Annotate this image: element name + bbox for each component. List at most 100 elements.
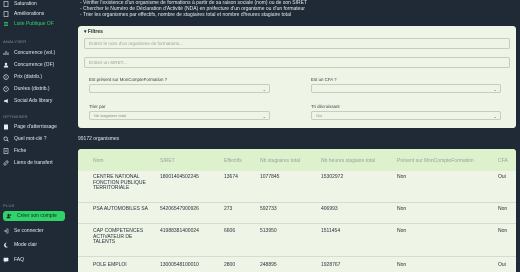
- column-header-nb-heures[interactable]: Nb heures stagiaire total: [321, 158, 375, 164]
- cell-heures: 15302972: [321, 174, 344, 180]
- name-search-placeholder: Entrez le nom d'un organisme de formatio…: [89, 41, 183, 46]
- sidebar-section-optimiser: OPTIMISER: [3, 114, 28, 119]
- row-divider: [78, 256, 516, 257]
- search-icon: [3, 136, 9, 142]
- cell-stagiaires: 592733: [260, 206, 277, 212]
- cell-cfa: Oui: [498, 174, 506, 180]
- sidebar-item-concurrence-vol[interactable]: Concurrence (vol.): [3, 48, 55, 57]
- sidebar-section-analyser: ANALYSER: [3, 39, 27, 44]
- cell-siret: 41988381400024: [160, 228, 199, 234]
- cell-siret: 18001404502245: [160, 174, 199, 180]
- sidebar-item-se-connecter[interactable]: Se connecter: [3, 226, 43, 235]
- sidebar-item-mot-cle[interactable]: Quel mot-clé ?: [3, 134, 47, 143]
- intro-text: - Vérifier l'existence d'un organisme de…: [80, 0, 307, 19]
- row-divider: [78, 223, 516, 224]
- cell-siret: 54206547900926: [160, 206, 199, 212]
- cell-nom: PSA AUTOMOBILES SA: [93, 206, 148, 212]
- results-count: 99172 organismes: [78, 136, 120, 142]
- sidebar-item-faq[interactable]: FAQ: [3, 255, 24, 264]
- cfa-select[interactable]: ⌄: [311, 84, 501, 93]
- chevron-down-icon: ⌄: [493, 114, 497, 119]
- siret-search-input[interactable]: Entrez un SIRET...: [84, 57, 510, 68]
- sidebar-item-label: Prix (distrib.): [14, 73, 43, 80]
- cell-effectifs: 13674: [224, 174, 238, 180]
- cell-cfa: Non: [498, 228, 508, 234]
- column-header-nom[interactable]: Nom: [93, 158, 104, 164]
- cell-stagiaires: 248895: [260, 262, 277, 268]
- cell-mcf: Non: [397, 174, 407, 180]
- sheet-icon: [3, 147, 9, 154]
- sidebar-item-prix[interactable]: Prix (distrib.): [3, 72, 42, 81]
- cell-stagiaires: 1077845: [260, 174, 280, 180]
- faq-icon: [3, 257, 9, 263]
- sidebar-item-saturation[interactable]: Saturation: [3, 0, 37, 8]
- filters-toggle[interactable]: ▾ Filtres: [84, 29, 103, 35]
- cell-effectifs: 273: [224, 206, 233, 212]
- sidebar-item-label: Concurrence (vol.): [14, 49, 56, 56]
- cell-heures: 1928767: [321, 262, 341, 268]
- sidebar-item-label: Concurrence (OF): [14, 61, 55, 68]
- doc-icon: [3, 0, 9, 7]
- column-header-siret[interactable]: SIRET: [160, 158, 175, 164]
- table-header: Nom SIRET Effectifs Nb stagiaires total …: [78, 149, 516, 171]
- sidebar-item-social-ads[interactable]: Social Ads library: [3, 96, 52, 105]
- column-header-effectifs[interactable]: Effectifs: [224, 158, 242, 164]
- sidebar-item-label: Mode clair: [14, 241, 38, 248]
- cell-effectifs: 6606: [224, 228, 236, 234]
- cfa-filter-label: Est un CFA ?: [311, 77, 337, 82]
- sort-label: Trier par: [89, 104, 106, 109]
- sidebar-item-mode-clair[interactable]: Mode clair: [3, 240, 37, 249]
- sidebar-item-label: Quel mot-clé ?: [14, 135, 47, 142]
- sidebar-item-label: Fiche: [14, 147, 27, 154]
- login-icon: [3, 228, 9, 234]
- cell-mcf: Non: [397, 228, 407, 234]
- column-header-nb-stagiaires[interactable]: Nb stagiaires total: [260, 158, 300, 164]
- main-content: - Vérifier l'existence d'un organisme de…: [72, 0, 520, 272]
- cell-heures: 1511454: [321, 228, 341, 234]
- list-icon: [3, 21, 9, 27]
- create-account-label: Créer son compte: [17, 213, 57, 219]
- sidebar-item-label: Améliorations: [14, 10, 45, 17]
- sort-select-value: Nb stagiaires total: [94, 113, 127, 118]
- sidebar-item-label: Liens de transfert: [14, 159, 53, 166]
- column-header-mcf[interactable]: Présent sur MonCompteFormation: [397, 158, 474, 164]
- cell-mcf: Non: [397, 206, 407, 212]
- sidebar-item-label: Liste Publique OF: [14, 20, 54, 27]
- sidebar-item-label: Durées (distrib.): [14, 85, 50, 92]
- chevron-down-icon: ⌄: [493, 87, 497, 92]
- name-search-input[interactable]: Entrez le nom d'un organisme de formatio…: [84, 38, 510, 49]
- cell-nom: POLE EMPLOI: [93, 262, 127, 268]
- people-icon: [3, 62, 9, 68]
- link-icon: [3, 160, 9, 166]
- sidebar-item-label: Social Ads library: [14, 97, 53, 104]
- cell-cfa: Oui: [498, 262, 506, 268]
- moon-icon: [3, 242, 9, 248]
- create-account-button[interactable]: Créer son compte: [3, 211, 65, 221]
- sidebar-item-label: FAQ: [14, 256, 25, 263]
- cell-nom: CENTRE NATIONAL FONCTION PUBLIQUE TERRIT…: [93, 174, 146, 192]
- sidebar-item-durees[interactable]: Durées (distrib.): [3, 84, 50, 93]
- cell-siret: 13000548100010: [160, 262, 199, 268]
- sidebar-section-plus: PLUS: [3, 203, 15, 208]
- siret-search-placeholder: Entrez un SIRET...: [89, 60, 127, 65]
- doc-icon: [3, 10, 9, 17]
- desc-sort-label: Tri décroissant: [311, 104, 340, 109]
- sidebar-item-ameliorations[interactable]: Améliorations: [3, 9, 44, 18]
- sidebar-item-page-atterrissage[interactable]: Page d'atterrissage: [3, 122, 57, 131]
- desc-sort-select-value: Oui: [316, 113, 323, 118]
- sidebar-item-liens-transfert[interactable]: Liens de transfert: [3, 158, 53, 167]
- sidebar-item-label: Saturation: [14, 0, 37, 7]
- sidebar-item-label: Page d'atterrissage: [14, 123, 57, 130]
- intro-line: - Trier les organismes par effectifs, no…: [80, 12, 291, 19]
- results-table: Nom SIRET Effectifs Nb stagiaires total …: [78, 149, 516, 272]
- cell-nom: CAP COMPETENCES ACTIVATEUR DE TALENTS: [93, 228, 144, 246]
- sort-select[interactable]: Nb stagiaires total ⌄: [89, 111, 270, 120]
- mcf-select[interactable]: ⌄: [89, 84, 270, 93]
- sidebar-item-fiche[interactable]: Fiche: [3, 146, 26, 155]
- sidebar-item-concurrence-of[interactable]: Concurrence (OF): [3, 60, 54, 69]
- column-header-cfa[interactable]: CFA: [498, 158, 508, 164]
- desc-sort-select[interactable]: Oui ⌄: [311, 111, 501, 120]
- sidebar-item-liste-publique[interactable]: Liste Publique OF: [3, 19, 54, 28]
- megaphone-icon: [3, 98, 9, 104]
- cell-effectifs: 2800: [224, 262, 236, 268]
